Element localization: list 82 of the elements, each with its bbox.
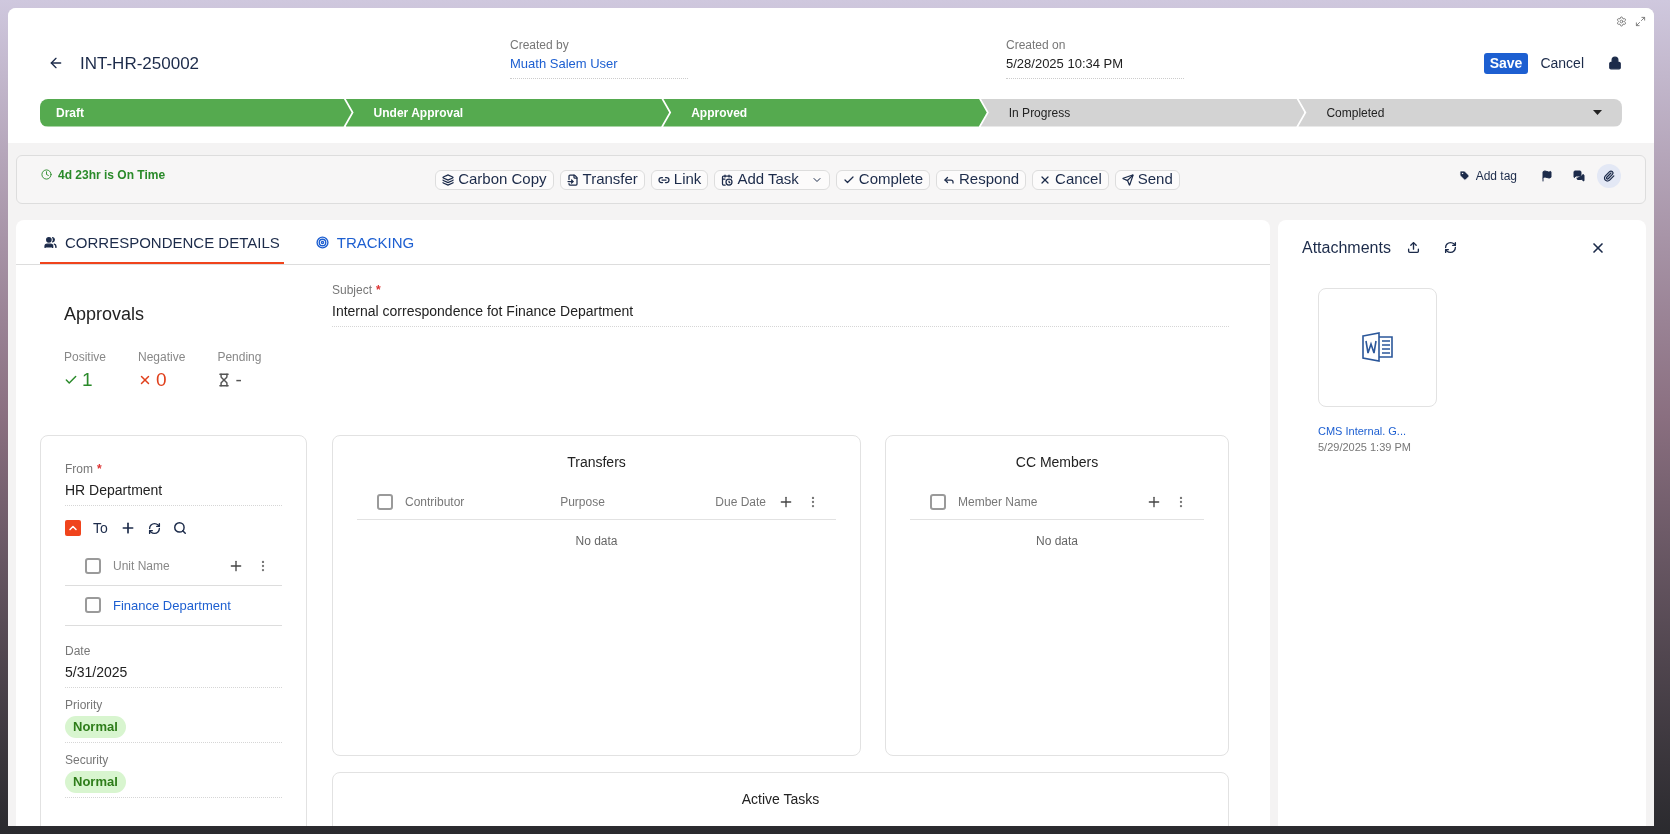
field-label: Security — [65, 752, 109, 769]
stage-step[interactable]: Completed — [1298, 98, 1622, 127]
card-title: Transfers — [566, 452, 627, 472]
stat-label: Negative — [138, 349, 186, 366]
column-header: Contributor — [405, 493, 466, 511]
file-thumbnail[interactable] — [1318, 287, 1437, 407]
collapse-button[interactable] — [65, 520, 81, 536]
checkbox[interactable] — [85, 597, 101, 614]
stat-label: Positive — [64, 349, 107, 366]
column-header: Member Name — [958, 493, 1038, 511]
field-value: 5/28/2025 10:34 PM — [1006, 55, 1125, 73]
action-button[interactable]: Carbon Copy — [435, 169, 554, 190]
field-value: HR Department — [65, 480, 164, 500]
panel-title: Attachments — [1302, 237, 1391, 258]
settings-icon[interactable] — [1616, 16, 1627, 27]
dropdown-caret[interactable] — [1592, 110, 1602, 115]
stat-value: 1 — [82, 368, 93, 392]
send-icon — [1121, 173, 1134, 186]
record-title: INT-HR-250002 — [80, 52, 200, 75]
add-tag-link[interactable]: Add tag — [1475, 166, 1517, 185]
field-label: Created on — [1006, 37, 1067, 54]
action-button[interactable]: Link — [650, 169, 709, 190]
expand-icon[interactable] — [1635, 16, 1646, 27]
user-link[interactable]: Muath Salem User — [510, 54, 688, 74]
action-button[interactable]: Cancel — [1032, 169, 1109, 190]
action-button[interactable]: Complete — [835, 169, 930, 190]
comments-icon[interactable] — [1573, 169, 1585, 182]
field-value: Internal correspondence fot Finance Department — [332, 302, 635, 321]
layers-icon — [442, 173, 455, 186]
column-header: Due Date — [715, 493, 766, 511]
card-title: Active Tasks — [740, 789, 821, 809]
stat-value: - — [235, 368, 242, 392]
search-icon[interactable] — [172, 521, 187, 535]
save-button[interactable]: Save — [1483, 52, 1529, 74]
calendar-icon — [721, 173, 734, 186]
priority-badge: Normal — [65, 716, 126, 738]
checkbox[interactable] — [377, 493, 393, 510]
document-icon — [566, 173, 579, 186]
field-label: Subject — [332, 282, 373, 299]
tag-icon — [1458, 170, 1470, 181]
column-header: Unit Name — [113, 557, 171, 575]
empty-message: No data — [1035, 532, 1079, 550]
card-title: CC Members — [1014, 452, 1100, 472]
checkbox[interactable] — [85, 557, 101, 574]
unit-link[interactable]: Finance Department — [113, 595, 231, 615]
lock-icon[interactable] — [1608, 56, 1622, 71]
field-label: From — [65, 460, 93, 478]
priority-badge: Normal — [65, 771, 126, 793]
action-button[interactable]: Add Task — [714, 169, 830, 190]
timer-status: 4d 23hr is On Time — [58, 166, 166, 184]
people-icon — [44, 236, 57, 250]
hourglass-icon — [217, 373, 232, 388]
section-title: Approvals — [64, 303, 146, 326]
tab[interactable]: CORRESPONDENCE DETAILS — [40, 219, 284, 264]
field-label: To — [93, 518, 108, 538]
refresh-icon[interactable] — [1443, 241, 1457, 254]
target-icon — [315, 236, 329, 250]
field-value: 5/31/2025 — [65, 663, 129, 682]
field-label: Created by — [510, 37, 570, 54]
checkbox[interactable] — [930, 493, 946, 510]
column-header: Purpose — [560, 493, 606, 511]
clock-icon — [41, 169, 52, 180]
file-date: 5/29/2025 1:39 PM — [1318, 440, 1412, 455]
refresh-icon[interactable] — [147, 521, 161, 535]
empty-message: No data — [574, 532, 619, 550]
field-label: Date — [65, 643, 91, 660]
action-button[interactable]: Send — [1114, 169, 1180, 190]
tab[interactable]: TRACKING — [311, 219, 419, 264]
action-button[interactable]: Transfer — [559, 169, 645, 190]
stat-label: Pending — [217, 349, 262, 366]
cancel-button[interactable]: Cancel — [1540, 52, 1584, 74]
required-mark: * — [376, 282, 381, 299]
action-button[interactable]: Respond — [936, 169, 1027, 190]
field-label: Priority — [65, 697, 103, 714]
paperclip-icon[interactable] — [1603, 169, 1615, 182]
file-name[interactable]: CMS Internal. G... — [1318, 422, 1437, 439]
flag-icon[interactable] — [1541, 169, 1553, 182]
stat-value: 0 — [156, 368, 167, 392]
upload-icon[interactable] — [1406, 241, 1420, 254]
word-document-icon — [1360, 331, 1395, 363]
stage-step[interactable]: In Progress — [980, 98, 1305, 127]
required-mark: * — [97, 460, 102, 478]
